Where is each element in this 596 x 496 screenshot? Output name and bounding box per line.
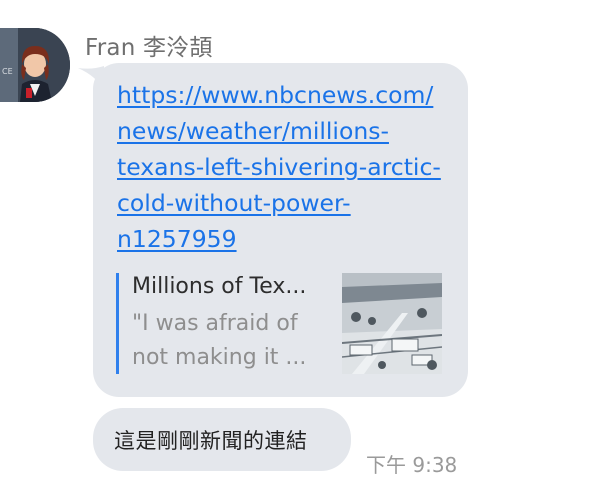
preview-description-line: "I was afraid of — [132, 311, 298, 336]
url-line: https://www.nbcnews.com/ — [117, 81, 434, 109]
url-line: news/weather/millions- — [117, 117, 389, 145]
sender-avatar[interactable]: CE — [0, 28, 70, 102]
message-text: 這是剛剛新聞的連結 — [114, 429, 308, 453]
chat-message-group: CE Fran 李泠頡 https://www.nbcnews.com/ new… — [0, 0, 596, 496]
preview-thumbnail — [342, 273, 442, 374]
preview-accent-bar — [116, 273, 119, 374]
url-line: texans-left-shivering-arctic- — [117, 153, 441, 181]
url-line: cold-without-power- — [117, 189, 351, 217]
snowy-city-aerial-thumbnail-icon — [342, 273, 442, 374]
link-message-bubble: https://www.nbcnews.com/ news/weather/mi… — [93, 63, 468, 397]
text-message-bubble: 這是剛剛新聞的連結 — [93, 408, 351, 471]
svg-text:CE: CE — [2, 67, 13, 76]
link-preview-card[interactable]: Millions of Tex... "I was afraid of not … — [116, 273, 443, 374]
message-timestamp: 下午 9:38 — [366, 453, 458, 477]
user-avatar-photo-icon: CE — [0, 28, 70, 102]
preview-description: "I was afraid of not making it ... — [132, 307, 322, 375]
preview-title: Millions of Tex... — [132, 274, 307, 299]
message-url-link[interactable]: https://www.nbcnews.com/ news/weather/mi… — [117, 77, 452, 257]
sender-name: Fran 李泠頡 — [85, 35, 213, 61]
preview-description-line: not making it ... — [132, 345, 307, 370]
url-line: n1257959 — [117, 225, 237, 253]
